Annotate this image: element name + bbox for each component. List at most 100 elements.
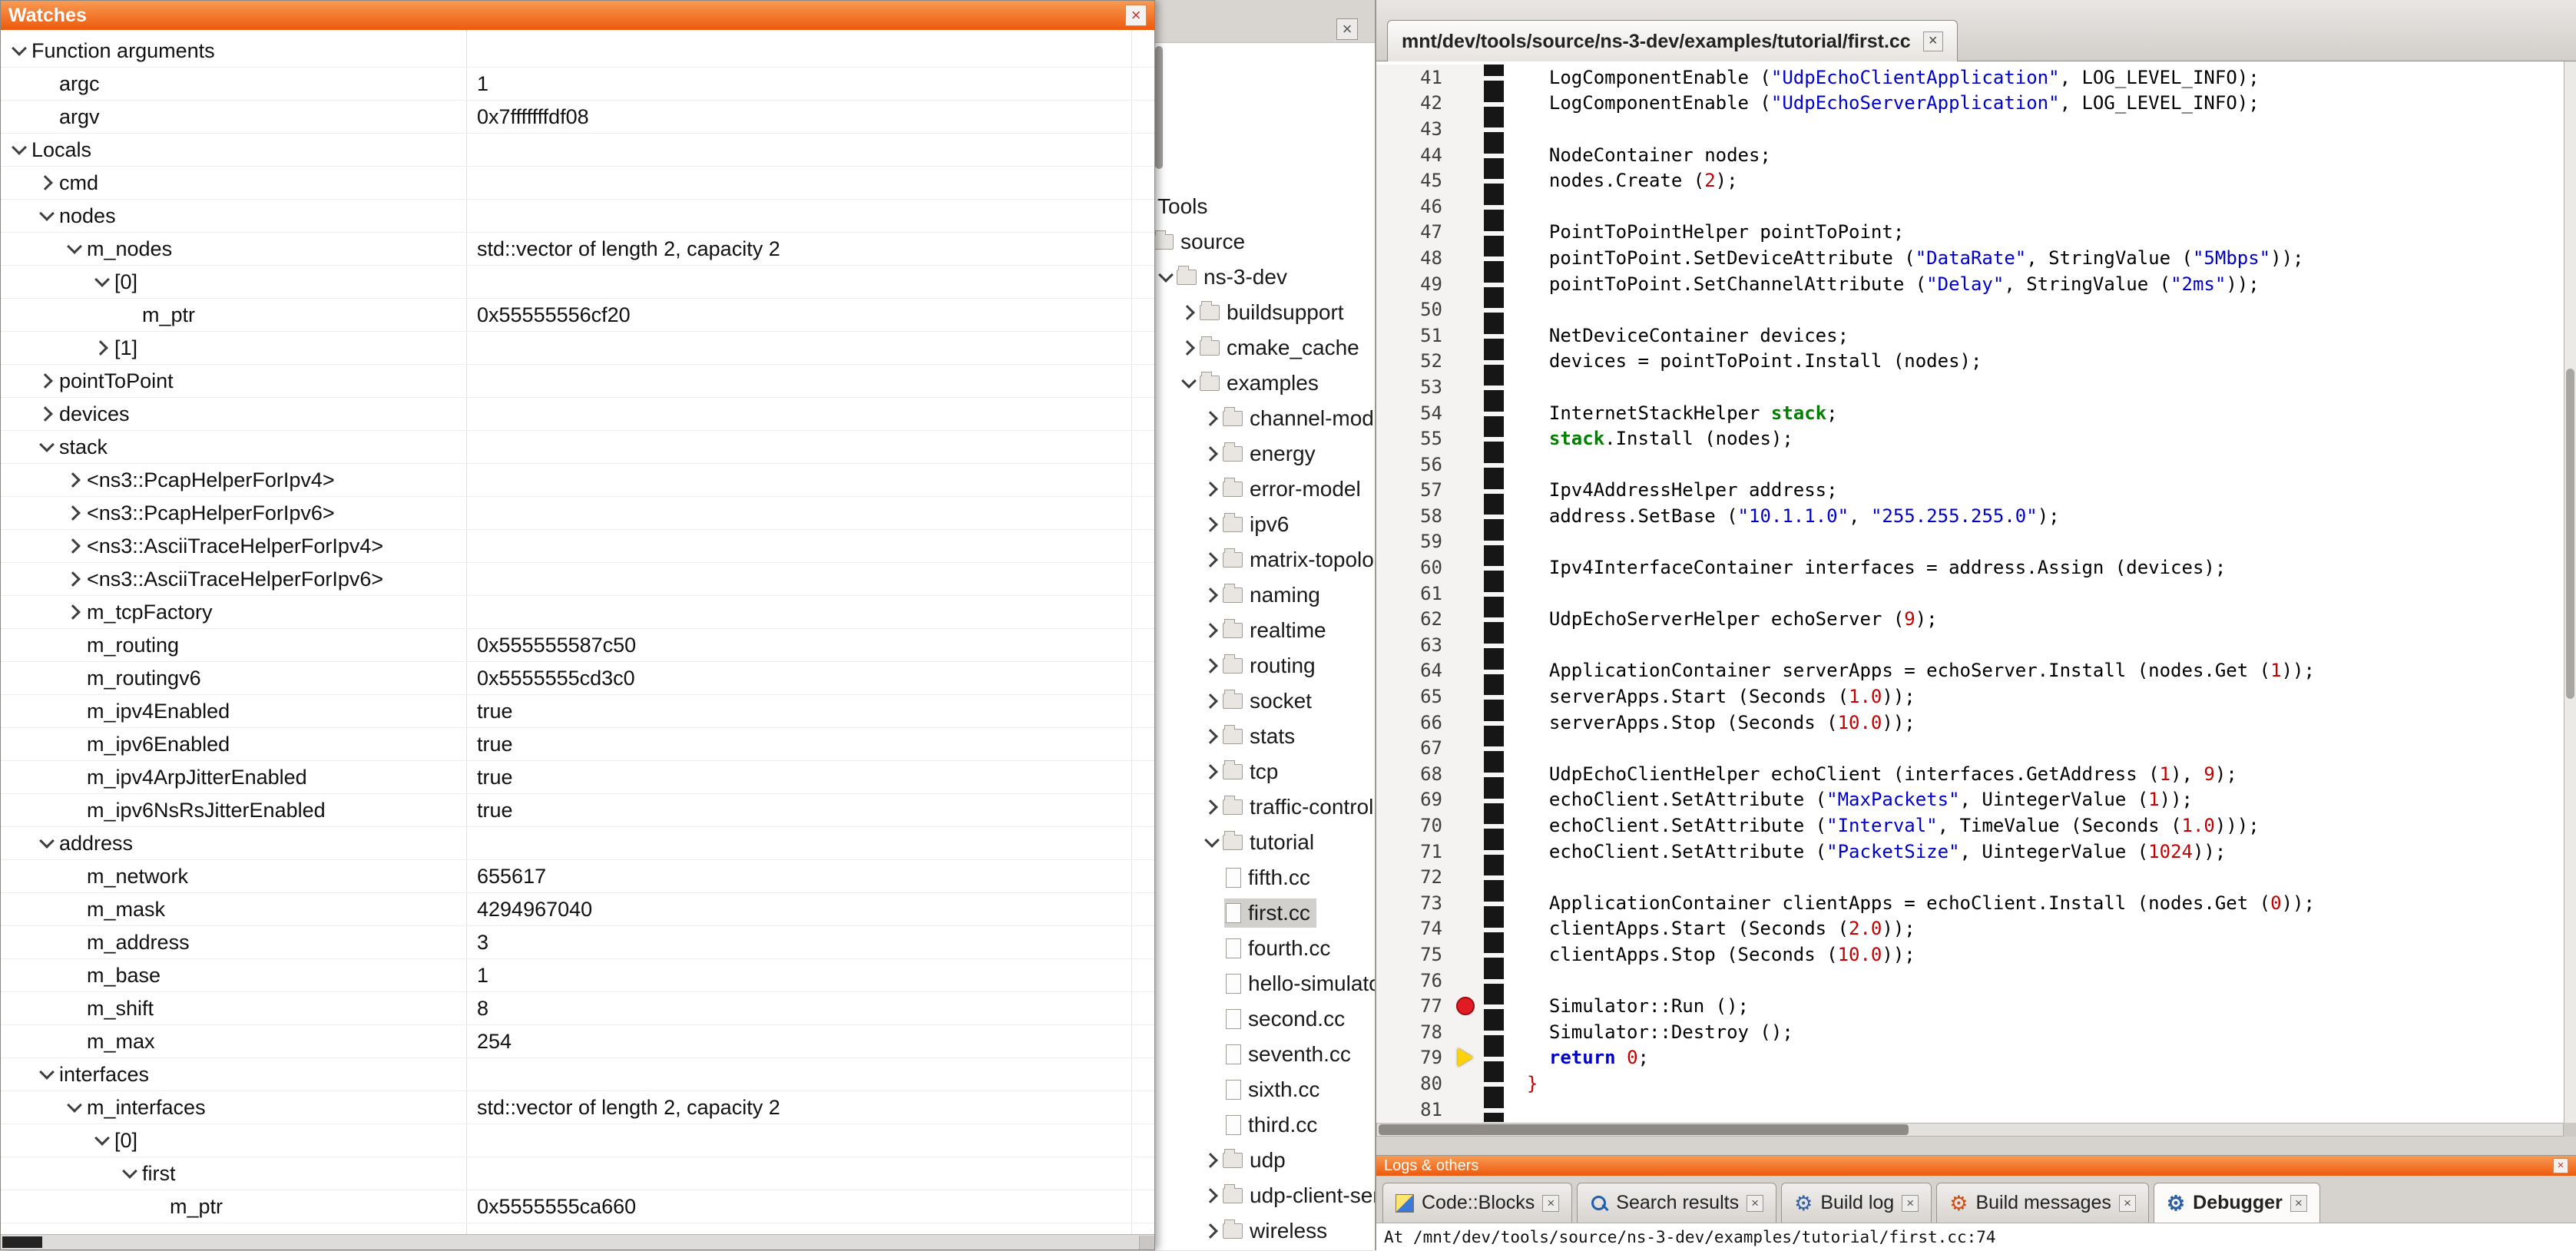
breakpoint-gutter[interactable]: [1450, 710, 1484, 736]
breakpoint-gutter[interactable]: [1450, 91, 1484, 117]
watch-row[interactable]: [1]: [1, 332, 1154, 365]
expander-icon[interactable]: [36, 369, 59, 392]
breakpoint-gutter[interactable]: [1450, 194, 1484, 220]
code-line[interactable]: 79 return 0;: [1376, 1045, 2564, 1071]
line-number[interactable]: 47: [1376, 220, 1450, 246]
watch-row[interactable]: m_routing0x555555587c50: [1, 629, 1154, 662]
breakpoint-gutter[interactable]: [1450, 735, 1484, 761]
breakpoint-gutter[interactable]: [1450, 1071, 1484, 1097]
line-number[interactable]: 71: [1376, 839, 1450, 865]
expander-icon[interactable]: [36, 435, 59, 458]
line-number[interactable]: 54: [1376, 400, 1450, 426]
code-line[interactable]: 74 clientApps.Start (Seconds (2.0));: [1376, 916, 2564, 942]
watch-row[interactable]: <ns3::AsciiTraceHelperForIpv6>: [1, 563, 1154, 596]
log-tab-build-messages[interactable]: ⚙Build messages: [1936, 1183, 2149, 1223]
logs-close-icon[interactable]: [2553, 1158, 2568, 1173]
breakpoint-gutter[interactable]: [1450, 1097, 1484, 1123]
projects-scrollbar[interactable]: [1155, 46, 1163, 169]
code-line[interactable]: 42 LogComponentEnable ("UdpEchoServerApp…: [1376, 91, 2564, 117]
watches-titlebar[interactable]: Watches: [1, 1, 1154, 30]
code-line[interactable]: 48 pointToPoint.SetDeviceAttribute ("Dat…: [1376, 245, 2564, 271]
breakpoint-gutter[interactable]: [1450, 864, 1484, 890]
breakpoint-gutter[interactable]: [1450, 993, 1484, 1019]
watch-row[interactable]: [0]: [1, 1124, 1154, 1157]
code-line[interactable]: 71 echoClient.SetAttribute ("PacketSize"…: [1376, 839, 2564, 865]
expander-icon[interactable]: [36, 832, 59, 855]
code-line[interactable]: 47 PointToPointHelper pointToPoint;: [1376, 220, 2564, 246]
line-number[interactable]: 72: [1376, 864, 1450, 890]
watch-row[interactable]: m_ptr0x5555555ca660: [1, 1190, 1154, 1223]
watch-row[interactable]: devices: [1, 398, 1154, 431]
line-number[interactable]: 77: [1376, 993, 1450, 1019]
code-line[interactable]: 49 pointToPoint.SetChannelAttribute ("De…: [1376, 271, 2564, 297]
code-line[interactable]: 67: [1376, 735, 2564, 761]
line-number[interactable]: 51: [1376, 323, 1450, 349]
expander-icon[interactable]: [1201, 760, 1221, 783]
line-number[interactable]: 50: [1376, 296, 1450, 323]
breakpoint-gutter[interactable]: [1450, 245, 1484, 271]
expander-icon[interactable]: [1201, 478, 1221, 501]
watches-scrollbar-thumb[interactable]: [2, 1236, 42, 1248]
code-line[interactable]: 81: [1376, 1097, 2564, 1123]
editor-horizontal-scrollbar[interactable]: [1376, 1123, 2564, 1137]
code-line[interactable]: 50: [1376, 296, 2564, 323]
line-number[interactable]: 44: [1376, 142, 1450, 168]
expander-icon[interactable]: [1201, 548, 1221, 571]
code-line[interactable]: 76: [1376, 968, 2564, 994]
expander-icon[interactable]: [64, 568, 87, 591]
watch-row[interactable]: nodes: [1, 200, 1154, 233]
expander-icon[interactable]: [8, 138, 31, 161]
breakpoint-gutter[interactable]: [1450, 478, 1484, 504]
watch-row[interactable]: m_tcpFactory: [1, 596, 1154, 629]
code-line[interactable]: 73 ApplicationContainer clientApps = ech…: [1376, 890, 2564, 916]
watch-row[interactable]: first: [1, 1157, 1154, 1190]
tab-close-icon[interactable]: [2290, 1195, 2307, 1212]
watch-row[interactable]: m_nodesstd::vector of length 2, capacity…: [1, 233, 1154, 266]
expander-icon[interactable]: [91, 1129, 114, 1152]
breakpoint-gutter[interactable]: [1450, 452, 1484, 478]
code-line[interactable]: 60 Ipv4InterfaceContainer interfaces = a…: [1376, 554, 2564, 581]
code-line[interactable]: 43: [1376, 116, 2564, 142]
breakpoint-gutter[interactable]: [1450, 529, 1484, 555]
breakpoint-gutter[interactable]: [1450, 554, 1484, 581]
horizontal-scrollbar-thumb[interactable]: [1379, 1124, 1909, 1135]
code-line[interactable]: 45 nodes.Create (2);: [1376, 167, 2564, 194]
watch-row[interactable]: <ns3::AsciiTraceHelperForIpv4>: [1, 530, 1154, 563]
code-line[interactable]: 66 serverApps.Stop (Seconds (10.0));: [1376, 710, 2564, 736]
expander-icon[interactable]: [1201, 513, 1221, 536]
watch-row[interactable]: <ns3::PcapHelperForIpv4>: [1, 464, 1154, 497]
watch-row[interactable]: m_routingv60x5555555cd3c0: [1, 662, 1154, 695]
breakpoint-gutter[interactable]: [1450, 142, 1484, 168]
watch-row[interactable]: m_address3: [1, 926, 1154, 959]
line-number[interactable]: 42: [1376, 91, 1450, 117]
watch-row[interactable]: cmd: [1, 167, 1154, 200]
tab-close-icon[interactable]: [2119, 1195, 2136, 1212]
line-number[interactable]: 48: [1376, 245, 1450, 271]
line-number[interactable]: 81: [1376, 1097, 1450, 1123]
line-number[interactable]: 76: [1376, 968, 1450, 994]
code-line[interactable]: 80}: [1376, 1071, 2564, 1097]
expander-icon[interactable]: [64, 237, 87, 260]
code-line[interactable]: 72: [1376, 864, 2564, 890]
code-editor[interactable]: 41 LogComponentEnable ("UdpEchoClientApp…: [1376, 61, 2564, 1123]
code-line[interactable]: 63: [1376, 632, 2564, 658]
watch-row[interactable]: m_ipv6NsRsJitterEnabledtrue: [1, 794, 1154, 827]
watch-row[interactable]: m_shift8: [1, 992, 1154, 1025]
watch-row[interactable]: m_mask4294967040: [1, 893, 1154, 926]
code-line[interactable]: 69 echoClient.SetAttribute ("MaxPackets"…: [1376, 787, 2564, 813]
line-number[interactable]: 45: [1376, 167, 1450, 194]
breakpoint-gutter[interactable]: [1450, 761, 1484, 787]
editor-tab-first-cc[interactable]: mnt/dev/tools/source/ns-3-dev/examples/t…: [1387, 20, 1958, 62]
expander-icon[interactable]: [1201, 619, 1221, 642]
watch-row[interactable]: <ns3::PcapHelperForIpv6>: [1, 497, 1154, 530]
line-number[interactable]: 58: [1376, 503, 1450, 529]
expander-icon[interactable]: [1178, 372, 1198, 395]
expander-icon[interactable]: [1201, 796, 1221, 819]
breakpoint-gutter[interactable]: [1450, 65, 1484, 91]
code-line[interactable]: 56: [1376, 452, 2564, 478]
watch-row[interactable]: stack: [1, 431, 1154, 464]
watch-row[interactable]: pointToPoint: [1, 365, 1154, 398]
watch-row[interactable]: [0]: [1, 266, 1154, 299]
code-line[interactable]: 59: [1376, 529, 2564, 555]
line-number[interactable]: 75: [1376, 942, 1450, 968]
